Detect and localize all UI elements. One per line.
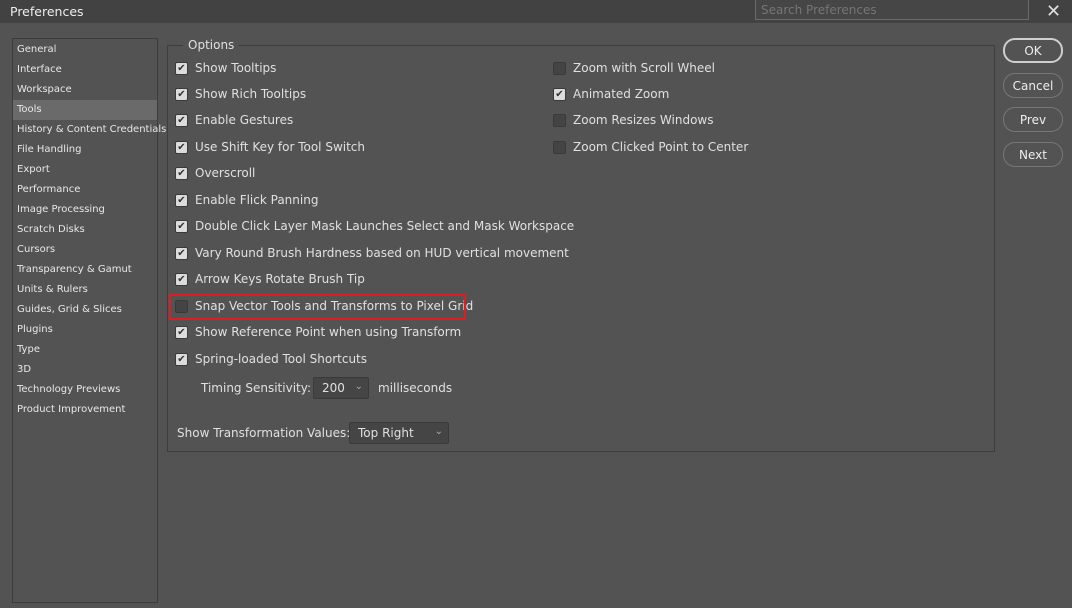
transformation-values-select[interactable]: Top Right ⌄: [349, 422, 449, 444]
checkbox-zoom-with-scroll-wheel[interactable]: Zoom with Scroll Wheel: [553, 58, 715, 78]
sidebar-item-history-content-credentials[interactable]: History & Content Credentials: [13, 120, 166, 140]
close-icon[interactable]: ✕: [1046, 1, 1061, 22]
sidebar-item-export[interactable]: Export: [13, 160, 157, 180]
checkbox-arrow-keys-rotate-brush-tip[interactable]: ✔ Arrow Keys Rotate Brush Tip: [175, 269, 365, 289]
checkbox-label: Arrow Keys Rotate Brush Tip: [195, 272, 365, 286]
checkbox-animated-zoom[interactable]: ✔ Animated Zoom: [553, 84, 669, 104]
checkbox-label: Show Reference Point when using Transfor…: [195, 325, 462, 339]
timing-sensitivity-label: Timing Sensitivity:: [201, 381, 311, 395]
title-bar: Preferences ✕: [0, 0, 1072, 23]
checkbox-label: Show Rich Tooltips: [195, 87, 307, 101]
checkbox-label: Animated Zoom: [573, 87, 670, 101]
sidebar-item-3d[interactable]: 3D: [13, 360, 157, 380]
highlight-box: [169, 294, 466, 320]
checkmark-icon: ✔: [175, 193, 188, 207]
sidebar-item-image-processing[interactable]: Image Processing: [13, 200, 157, 220]
checkmark-icon: ✔: [175, 325, 188, 339]
checkbox-label: Enable Flick Panning: [195, 193, 319, 207]
checkmark-icon: ✔: [553, 87, 566, 101]
sidebar-item-technology-previews[interactable]: Technology Previews: [13, 380, 157, 400]
sidebar-item-workspace[interactable]: Workspace: [13, 80, 157, 100]
checkbox-zoom-clicked-point-to-center[interactable]: Zoom Clicked Point to Center: [553, 137, 748, 157]
sidebar-item-guides-grid-slices[interactable]: Guides, Grid & Slices: [13, 300, 157, 320]
checkbox-enable-flick-panning[interactable]: ✔ Enable Flick Panning: [175, 190, 318, 210]
checkbox-label: Use Shift Key for Tool Switch: [195, 140, 366, 154]
next-button[interactable]: Next: [1003, 142, 1063, 167]
checkmark-icon: ✔: [175, 272, 188, 286]
dialog-title: Preferences: [10, 4, 84, 19]
sidebar-item-interface[interactable]: Interface: [13, 60, 157, 80]
checkbox-overscroll[interactable]: ✔ Overscroll: [175, 163, 255, 183]
checkmark-icon: ✔: [175, 246, 188, 260]
sidebar-item-type[interactable]: Type: [13, 340, 157, 360]
checkmark-icon: ✔: [175, 113, 188, 127]
sidebar-item-performance[interactable]: Performance: [13, 180, 157, 200]
cancel-button[interactable]: Cancel: [1003, 73, 1063, 98]
sidebar-item-file-handling[interactable]: File Handling: [13, 140, 157, 160]
checkmark-icon: ✔: [175, 219, 188, 233]
chevron-down-icon: ⌄: [354, 381, 363, 392]
checkmark-icon: ✔: [175, 61, 188, 75]
checkbox-vary-round-brush-hardness-based-on-hud-vertical-movement[interactable]: ✔ Vary Round Brush Hardness based on HUD …: [175, 243, 569, 263]
checkmark-icon: ✔: [175, 140, 188, 154]
timing-sensitivity-value: 200: [322, 381, 345, 395]
checkbox-label: Zoom Clicked Point to Center: [573, 140, 749, 154]
search-preferences-input[interactable]: [755, 0, 1029, 20]
checkbox-empty-icon: [553, 61, 566, 75]
sidebar-item-plugins[interactable]: Plugins: [13, 320, 157, 340]
checkbox-enable-gestures[interactable]: ✔ Enable Gestures: [175, 110, 293, 130]
checkbox-label: Show Tooltips: [195, 61, 277, 75]
checkbox-empty-icon: [553, 140, 566, 154]
checkbox-double-click-layer-mask-launches-select-and-mask-workspace[interactable]: ✔ Double Click Layer Mask Launches Select…: [175, 216, 574, 236]
checkbox-label: Zoom Resizes Windows: [573, 113, 714, 127]
checkbox-show-reference-point-when-using-transform[interactable]: ✔ Show Reference Point when using Transfo…: [175, 322, 461, 342]
sidebar-item-units-rulers[interactable]: Units & Rulers: [13, 280, 157, 300]
checkmark-icon: ✔: [175, 352, 188, 366]
checkbox-label: Spring-loaded Tool Shortcuts: [195, 352, 368, 366]
sidebar-item-transparency-gamut[interactable]: Transparency & Gamut: [13, 260, 157, 280]
checkbox-label: Vary Round Brush Hardness based on HUD v…: [195, 246, 569, 260]
checkbox-show-rich-tooltips[interactable]: ✔ Show Rich Tooltips: [175, 84, 306, 104]
sidebar-item-product-improvement[interactable]: Product Improvement: [13, 400, 157, 420]
sidebar-item-general[interactable]: General: [13, 40, 157, 60]
sidebar-item-scratch-disks[interactable]: Scratch Disks: [13, 220, 157, 240]
timing-sensitivity-select[interactable]: 200 ⌄: [313, 377, 369, 399]
checkbox-use-shift-key-for-tool-switch[interactable]: ✔ Use Shift Key for Tool Switch: [175, 137, 365, 157]
checkbox-show-tooltips[interactable]: ✔ Show Tooltips: [175, 58, 276, 78]
checkbox-label: Enable Gestures: [195, 113, 294, 127]
checkbox-label: Overscroll: [195, 166, 256, 180]
preferences-sidebar: General Interface Workspace Tools History & …: [12, 38, 166, 603]
checkbox-empty-icon: [553, 113, 566, 127]
chevron-down-icon: ⌄: [434, 426, 443, 437]
checkbox-label: Double Click Layer Mask Launches Select …: [195, 219, 575, 233]
transformation-values-value: Top Right: [358, 426, 414, 440]
checkmark-icon: ✔: [175, 87, 188, 101]
prev-button[interactable]: Prev: [1003, 107, 1063, 132]
transformation-values-label: Show Transformation Values:: [177, 426, 351, 440]
options-label: Options: [183, 38, 240, 52]
sidebar-item-tools[interactable]: Tools: [13, 100, 157, 120]
checkbox-spring-loaded-tool-shortcuts[interactable]: ✔ Spring-loaded Tool Shortcuts: [175, 349, 367, 369]
checkbox-label: Zoom with Scroll Wheel: [573, 61, 715, 75]
ok-button[interactable]: OK: [1003, 38, 1063, 63]
sidebar-item-cursors[interactable]: Cursors: [13, 240, 157, 260]
milliseconds-label: milliseconds: [378, 381, 453, 395]
checkmark-icon: ✔: [175, 166, 188, 180]
checkbox-zoom-resizes-windows[interactable]: Zoom Resizes Windows: [553, 110, 714, 130]
